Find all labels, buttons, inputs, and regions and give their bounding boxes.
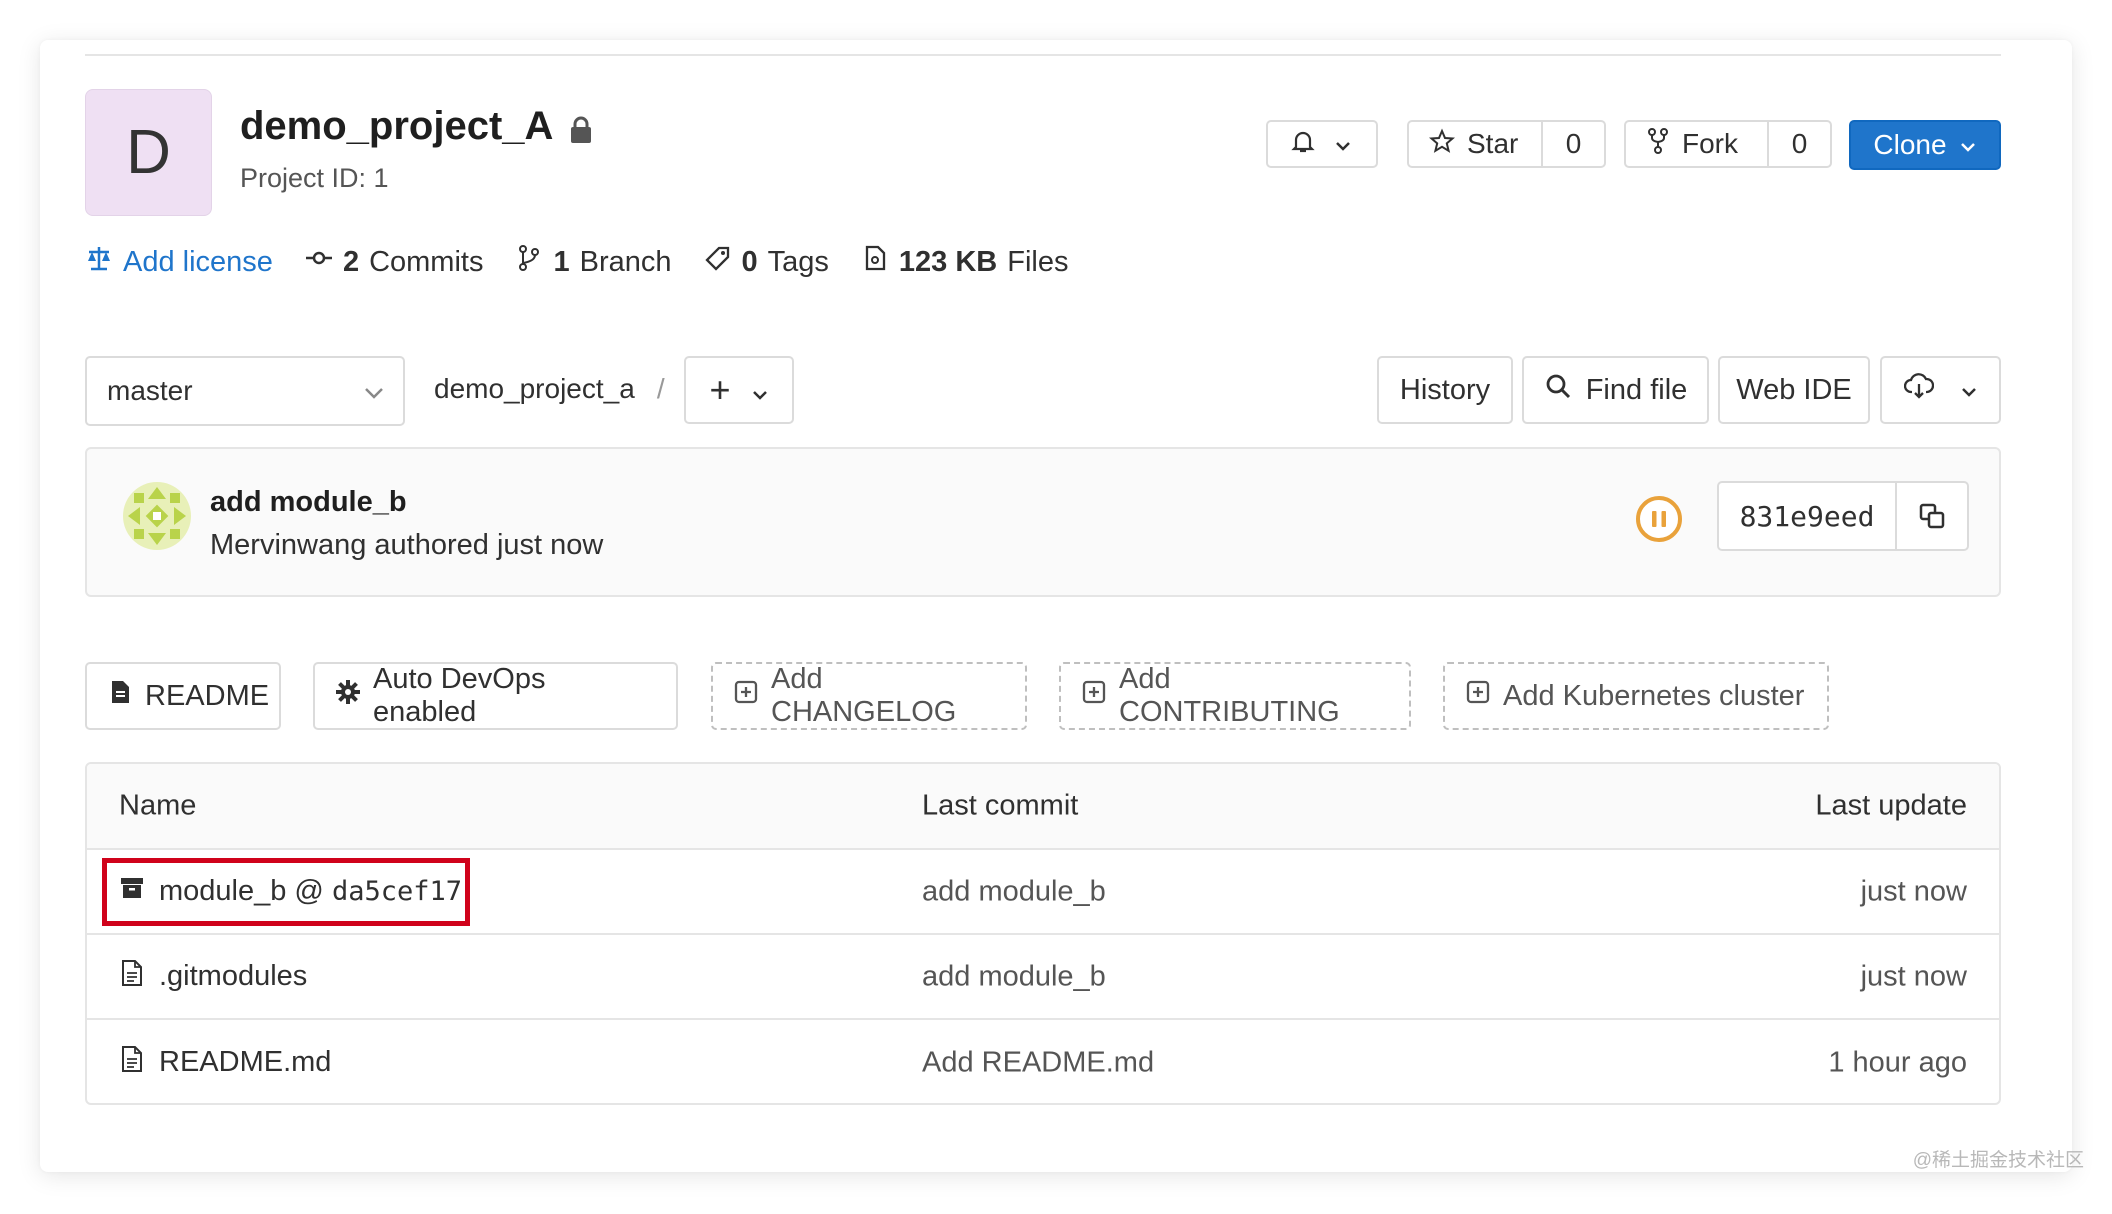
pipeline-paused-icon[interactable] bbox=[1634, 494, 1684, 544]
find-file-button[interactable]: Find file bbox=[1522, 356, 1709, 424]
plus-square-icon bbox=[733, 679, 759, 713]
fork-button[interactable]: Fork 0 bbox=[1624, 120, 1832, 168]
commit-icon bbox=[305, 244, 333, 280]
add-license-link[interactable]: Add license bbox=[85, 244, 273, 280]
history-button[interactable]: History bbox=[1377, 356, 1513, 424]
project-id: Project ID: 1 bbox=[240, 163, 389, 193]
user-avatar[interactable] bbox=[122, 481, 192, 551]
star-icon bbox=[1428, 127, 1456, 161]
breadcrumb-root[interactable]: demo_project_a bbox=[434, 373, 635, 405]
file-link[interactable]: .gitmodules bbox=[159, 960, 307, 993]
chevron-down-icon bbox=[1959, 129, 1977, 161]
file-text-icon bbox=[119, 1045, 145, 1081]
add-kubernetes-button[interactable]: Add Kubernetes cluster bbox=[1443, 662, 1829, 730]
column-header-name: Name bbox=[119, 789, 197, 822]
plus-square-icon bbox=[1465, 679, 1491, 713]
branch-select[interactable]: master bbox=[85, 356, 405, 426]
breadcrumb: demo_project_a / bbox=[434, 373, 665, 405]
project-name[interactable]: demo_project_A bbox=[240, 104, 553, 149]
tags-link[interactable]: 0 Tags bbox=[704, 244, 829, 280]
branches-link[interactable]: 1 Branch bbox=[515, 244, 672, 280]
branch-icon bbox=[515, 244, 543, 280]
file-text-icon bbox=[119, 959, 145, 995]
column-header-last-update: Last update bbox=[1815, 789, 1967, 822]
file-icon bbox=[861, 244, 889, 280]
download-dropdown[interactable] bbox=[1880, 356, 2001, 424]
last-commit-panel: add module_b Mervinwang authored just no… bbox=[85, 447, 2001, 597]
chevron-down-icon bbox=[751, 369, 769, 411]
table-row[interactable]: .gitmodules add module_b just now bbox=[87, 935, 1999, 1020]
watermark: @稀土掘金技术社区 bbox=[1912, 1150, 2084, 1171]
add-to-tree-dropdown[interactable]: + bbox=[684, 356, 794, 424]
project-avatar[interactable]: D bbox=[85, 89, 212, 216]
submodule-link[interactable]: module_b @ da5cef17 bbox=[159, 875, 462, 908]
add-changelog-button[interactable]: Add CHANGELOG bbox=[711, 662, 1027, 730]
commit-title[interactable]: add module_b bbox=[210, 486, 407, 519]
submodule-ref: da5cef17 bbox=[331, 876, 462, 907]
bell-icon bbox=[1290, 128, 1316, 161]
notification-dropdown[interactable] bbox=[1266, 120, 1378, 168]
star-count[interactable]: 0 bbox=[1541, 122, 1604, 166]
project-title: demo_project_A bbox=[240, 104, 593, 149]
web-ide-button[interactable]: Web IDE bbox=[1718, 356, 1870, 424]
star-button[interactable]: Star 0 bbox=[1407, 120, 1606, 168]
scale-icon bbox=[85, 244, 113, 280]
search-icon bbox=[1544, 372, 1572, 408]
fork-icon bbox=[1646, 127, 1670, 162]
auto-devops-button[interactable]: Auto DevOps enabled bbox=[313, 662, 678, 730]
document-icon bbox=[107, 679, 133, 713]
column-header-last-commit: Last commit bbox=[922, 789, 1079, 822]
table-row[interactable]: module_b @ da5cef17 add module_b just no… bbox=[87, 850, 1999, 935]
cloud-download-icon bbox=[1903, 372, 1934, 408]
commit-author-meta: Mervinwang authored just now bbox=[210, 529, 604, 561]
commit-sha[interactable]: 831e9eed bbox=[1719, 483, 1897, 549]
top-divider bbox=[85, 54, 2001, 56]
file-link[interactable]: README.md bbox=[159, 1046, 331, 1079]
row-last-update: just now bbox=[1860, 875, 1967, 907]
archive-icon bbox=[119, 875, 145, 909]
row-last-commit[interactable]: add module_b bbox=[922, 875, 1106, 908]
tag-icon bbox=[704, 244, 732, 280]
copy-icon[interactable] bbox=[1897, 502, 1967, 530]
plus-square-icon bbox=[1081, 679, 1107, 713]
plus-icon: + bbox=[709, 369, 731, 410]
lock-icon bbox=[569, 116, 593, 143]
chevron-down-icon bbox=[1334, 128, 1352, 160]
table-header: Name Last commit Last update bbox=[87, 764, 1999, 850]
table-row[interactable]: README.md Add README.md 1 hour ago bbox=[87, 1020, 1999, 1103]
row-last-commit[interactable]: add module_b bbox=[922, 960, 1106, 993]
commit-sha-group: 831e9eed bbox=[1717, 481, 1969, 551]
clone-button[interactable]: Clone bbox=[1849, 120, 2001, 170]
file-tree-table: Name Last commit Last update module_b @ … bbox=[85, 762, 2001, 1105]
gear-icon bbox=[335, 679, 361, 713]
row-last-update: 1 hour ago bbox=[1828, 1046, 1967, 1078]
chevron-down-icon bbox=[1960, 374, 1978, 407]
project-stats: Add license 2 Commits 1 Branch 0 Tags 123 K… bbox=[85, 244, 1068, 280]
fork-count[interactable]: 0 bbox=[1767, 122, 1830, 166]
files-link[interactable]: 123 KB Files bbox=[861, 244, 1068, 280]
add-contributing-button[interactable]: Add CONTRIBUTING bbox=[1059, 662, 1411, 730]
row-last-commit[interactable]: Add README.md bbox=[922, 1046, 1154, 1079]
chevron-down-icon bbox=[363, 375, 385, 407]
readme-button[interactable]: README bbox=[85, 662, 281, 730]
row-last-update: just now bbox=[1860, 960, 1967, 992]
commits-link[interactable]: 2 Commits bbox=[305, 244, 483, 280]
breadcrumb-separator: / bbox=[656, 373, 665, 404]
